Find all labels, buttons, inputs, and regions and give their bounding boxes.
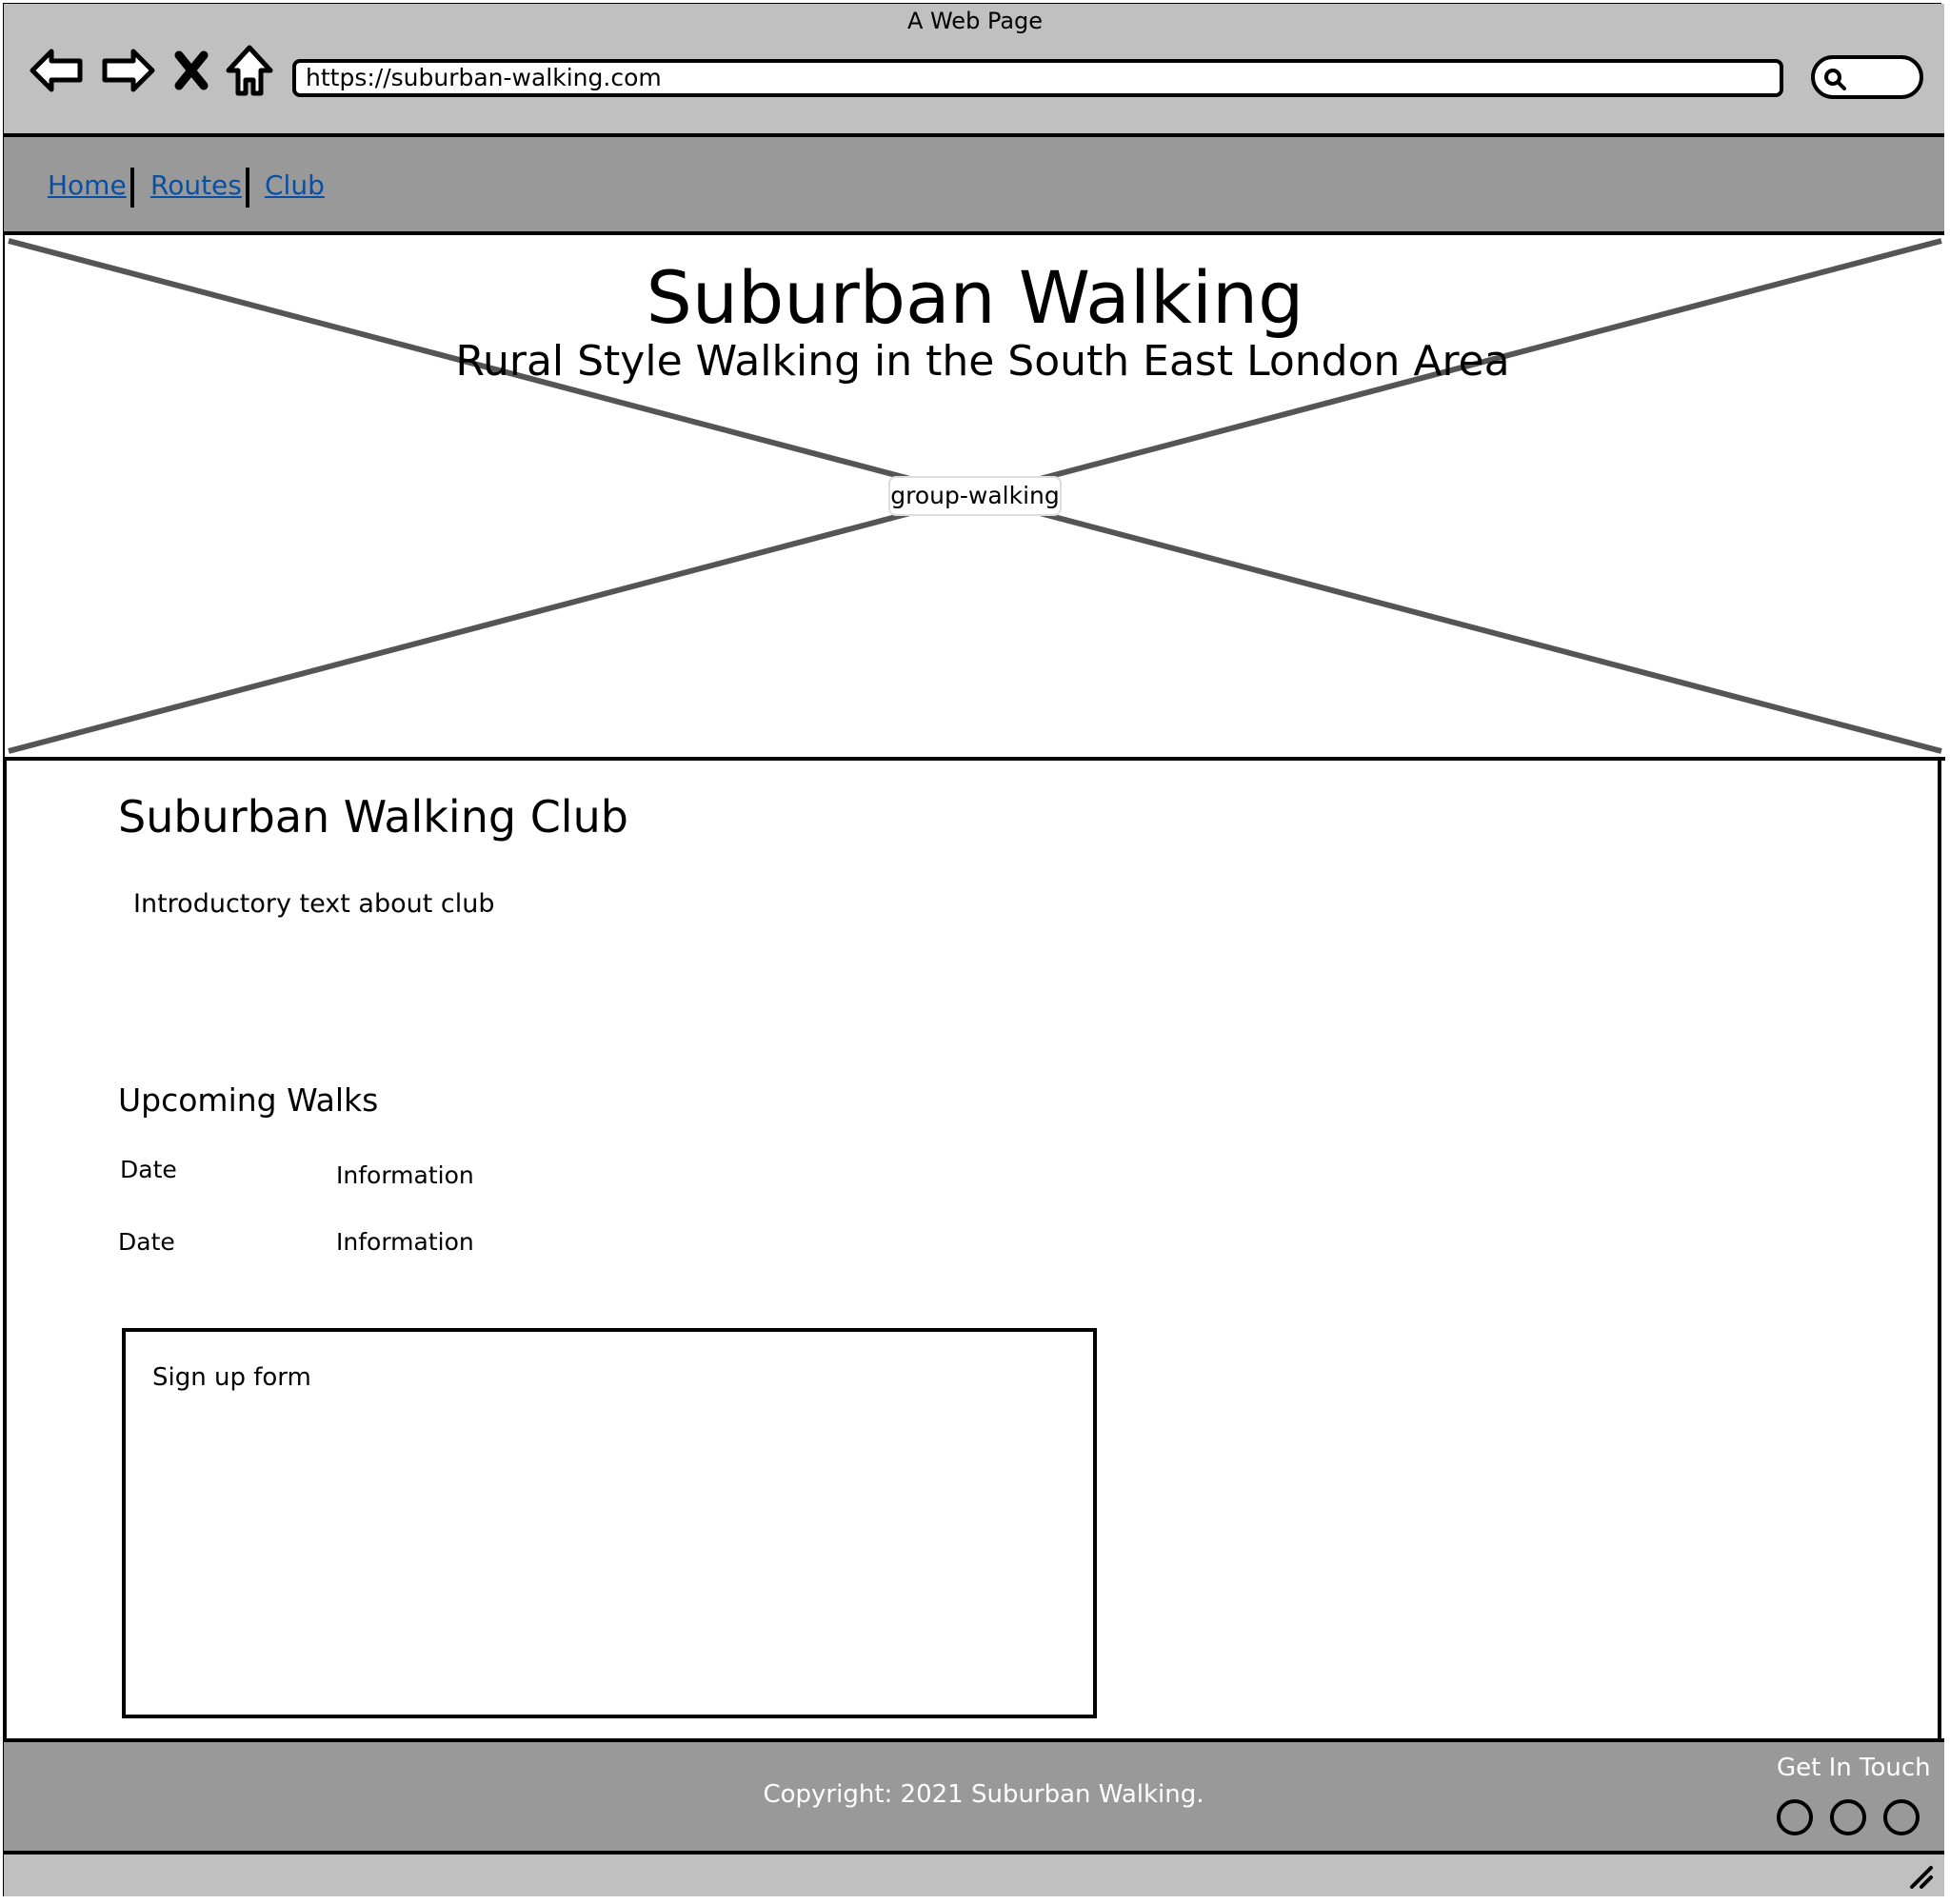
copyright-text: Copyright: 2021 Suburban Walking. <box>763 1780 1204 1809</box>
nav-link-club[interactable]: Club <box>265 169 325 201</box>
back-arrow-icon[interactable] <box>29 42 86 99</box>
resize-grip-icon[interactable] <box>1906 1862 1935 1891</box>
upcoming-walks-heading: Upcoming Walks <box>118 1081 379 1119</box>
intro-text: Introductory text about club <box>133 889 495 919</box>
browser-status-bar <box>4 1854 1944 1896</box>
club-heading: Suburban Walking Club <box>118 791 628 843</box>
address-bar[interactable]: https://suburban-walking.com <box>292 59 1783 97</box>
stop-icon[interactable] <box>168 42 215 99</box>
hero-title: Suburban Walking <box>646 255 1304 340</box>
nav-divider <box>246 168 249 208</box>
window-title: A Web Page <box>906 8 1044 34</box>
forward-arrow-icon[interactable] <box>99 42 156 99</box>
nav-link-home[interactable]: Home <box>48 169 127 201</box>
search-icon <box>1824 69 1846 90</box>
walk-date: Date <box>118 1228 175 1256</box>
get-in-touch-label: Get In Touch <box>1777 1754 1931 1782</box>
nav-divider <box>130 168 134 208</box>
hero-subtitle: Rural Style Walking in the South East Lo… <box>455 337 1510 386</box>
search-button[interactable] <box>1811 55 1923 99</box>
social-circle-icon[interactable] <box>1777 1799 1813 1835</box>
home-icon[interactable] <box>221 42 278 99</box>
walk-information: Information <box>336 1161 474 1189</box>
social-circle-icon[interactable] <box>1830 1799 1866 1835</box>
social-circle-icon[interactable] <box>1883 1799 1920 1835</box>
image-label: group-walking <box>888 476 1062 516</box>
signup-form-label: Sign up form <box>152 1363 311 1392</box>
walk-date: Date <box>120 1156 177 1183</box>
nav-link-routes[interactable]: Routes <box>150 169 242 201</box>
walk-information: Information <box>336 1228 474 1256</box>
